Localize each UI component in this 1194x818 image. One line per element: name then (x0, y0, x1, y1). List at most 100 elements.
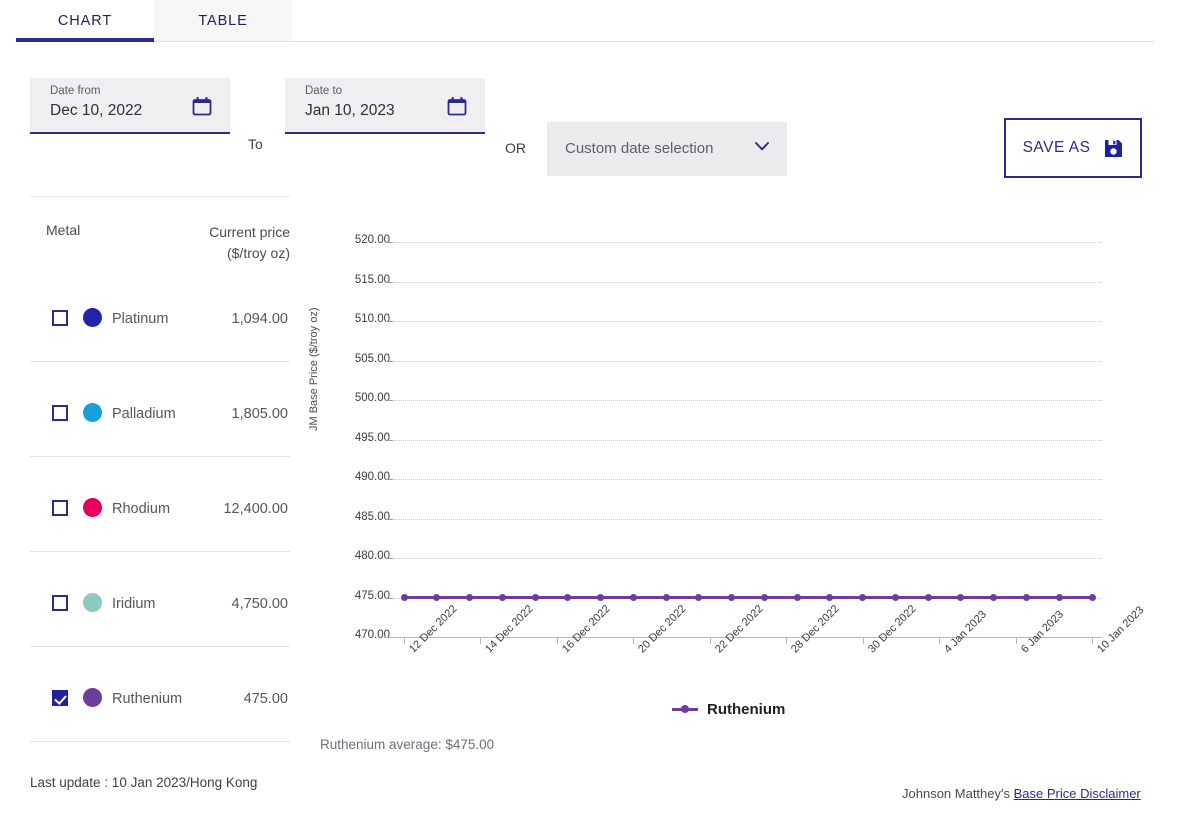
gridline (394, 361, 1102, 362)
metal-rows: Platinum1,094.00Palladium1,805.00Rhodium… (30, 267, 290, 742)
data-point[interactable] (1056, 594, 1063, 601)
data-point[interactable] (663, 594, 670, 601)
metal-checkbox-palladium[interactable] (52, 405, 68, 421)
data-point[interactable] (466, 594, 473, 601)
data-point[interactable] (597, 594, 604, 601)
disclaimer-text: Johnson Matthey's Base Price Disclaimer (902, 786, 1141, 801)
y-axis-tick-label: 500.00 (328, 392, 390, 404)
metal-table-header: Metal Current price ($/troy oz) (30, 197, 290, 267)
data-point[interactable] (957, 594, 964, 601)
data-point[interactable] (433, 594, 440, 601)
x-axis-tick-label: 12 Dec 2022 (407, 603, 460, 656)
y-axis-title: JM Base Price ($/troy oz) (308, 308, 320, 431)
data-point[interactable] (728, 594, 735, 601)
y-axis-tick-mark (386, 282, 393, 283)
y-axis-tick-mark (386, 598, 393, 599)
tab-chart[interactable]: CHART (16, 0, 154, 42)
data-point[interactable] (859, 594, 866, 601)
metal-checkbox-platinum[interactable] (52, 310, 68, 326)
calendar-icon[interactable] (192, 96, 212, 116)
x-axis-tick-label: 16 Dec 2022 (560, 603, 613, 656)
metal-row[interactable]: Iridium4,750.00 (30, 552, 290, 646)
metal-checkbox-ruthenium[interactable] (52, 690, 68, 706)
y-axis-tick-label: 485.00 (328, 511, 390, 523)
calendar-icon[interactable] (447, 96, 467, 116)
custom-date-selection-value: Custom date selection (565, 140, 713, 157)
gridline (394, 519, 1102, 520)
gridline (394, 400, 1102, 401)
date-to-field[interactable]: Date to Jan 10, 2023 (285, 78, 485, 134)
x-axis-tick-label: 28 Dec 2022 (789, 603, 842, 656)
tab-table[interactable]: TABLE (154, 0, 292, 42)
custom-date-selection-dropdown[interactable]: Custom date selection (547, 122, 787, 176)
data-point[interactable] (826, 594, 833, 601)
metal-price: 1,805.00 (232, 406, 288, 422)
x-axis-tick-label: 6 Jan 2023 (1019, 609, 1066, 656)
gridline (394, 440, 1102, 441)
tab-table-label: TABLE (198, 13, 247, 29)
column-header-price-line1: Current price (209, 222, 290, 243)
data-point[interactable] (401, 594, 408, 601)
series-line-segment (1059, 596, 1093, 599)
base-price-disclaimer-link[interactable]: Base Price Disclaimer (1014, 786, 1141, 801)
save-as-label: SAVE AS (1023, 139, 1091, 157)
y-axis-tick-label: 480.00 (328, 550, 390, 562)
metal-row[interactable]: Ruthenium475.00 (30, 647, 290, 741)
data-point[interactable] (925, 594, 932, 601)
filter-toolbar: Date from Dec 10, 2022 To Date to Jan 10… (0, 42, 1194, 154)
metal-color-dot (83, 498, 102, 517)
metal-color-dot (83, 308, 102, 327)
y-axis-tick-mark (386, 361, 393, 362)
metal-color-dot (83, 593, 102, 612)
save-as-button[interactable]: SAVE AS (1004, 118, 1142, 178)
data-point[interactable] (532, 594, 539, 601)
column-header-metal: Metal (46, 222, 80, 238)
column-header-price: Current price ($/troy oz) (209, 222, 290, 264)
x-axis-tick-mark (939, 638, 940, 644)
date-from-value: Dec 10, 2022 (50, 102, 142, 120)
to-label: To (248, 136, 263, 152)
metal-row[interactable]: Platinum1,094.00 (30, 267, 290, 361)
x-axis-tick-label: 20 Dec 2022 (636, 603, 689, 656)
metal-color-dot (83, 688, 102, 707)
metal-list-panel: Metal Current price ($/troy oz) Platinum… (30, 196, 290, 742)
data-point[interactable] (761, 594, 768, 601)
metal-row[interactable]: Palladium1,805.00 (30, 362, 290, 456)
x-axis-tick-label: 22 Dec 2022 (713, 603, 766, 656)
x-axis-tick-label: 30 Dec 2022 (866, 603, 919, 656)
data-point[interactable] (990, 594, 997, 601)
x-axis-tick-mark (863, 638, 864, 644)
y-axis-tick-mark (386, 440, 393, 441)
y-axis-tick-mark (386, 558, 393, 559)
y-axis-tick-label: 520.00 (328, 234, 390, 246)
y-axis-tick-mark (386, 479, 393, 480)
metal-checkbox-iridium[interactable] (52, 595, 68, 611)
chart-legend[interactable]: Ruthenium (672, 701, 785, 718)
date-to-label: Date to (305, 85, 342, 97)
y-axis-tick-label: 475.00 (328, 590, 390, 602)
x-axis-tick-mark (557, 638, 558, 644)
legend-label-ruthenium: Ruthenium (707, 701, 785, 718)
data-point[interactable] (794, 594, 801, 601)
data-point[interactable] (630, 594, 637, 601)
tab-chart-label: CHART (58, 13, 112, 29)
data-point[interactable] (892, 594, 899, 601)
chevron-down-icon (755, 142, 769, 151)
y-axis-tick-label: 515.00 (328, 274, 390, 286)
data-point[interactable] (1023, 594, 1030, 601)
y-axis-tick-label: 505.00 (328, 353, 390, 365)
x-axis-tick-label: 4 Jan 2023 (942, 609, 989, 656)
column-header-price-line2: ($/troy oz) (209, 243, 290, 264)
metal-row[interactable]: Rhodium12,400.00 (30, 457, 290, 551)
data-point[interactable] (564, 594, 571, 601)
data-point[interactable] (1089, 594, 1096, 601)
x-axis-tick-mark (786, 638, 787, 644)
data-point[interactable] (499, 594, 506, 601)
gridline (394, 558, 1102, 559)
gridline (394, 321, 1102, 322)
metal-color-dot (83, 403, 102, 422)
metal-checkbox-rhodium[interactable] (52, 500, 68, 516)
data-point[interactable] (695, 594, 702, 601)
date-from-label: Date from (50, 85, 101, 97)
date-from-field[interactable]: Date from Dec 10, 2022 (30, 78, 230, 134)
